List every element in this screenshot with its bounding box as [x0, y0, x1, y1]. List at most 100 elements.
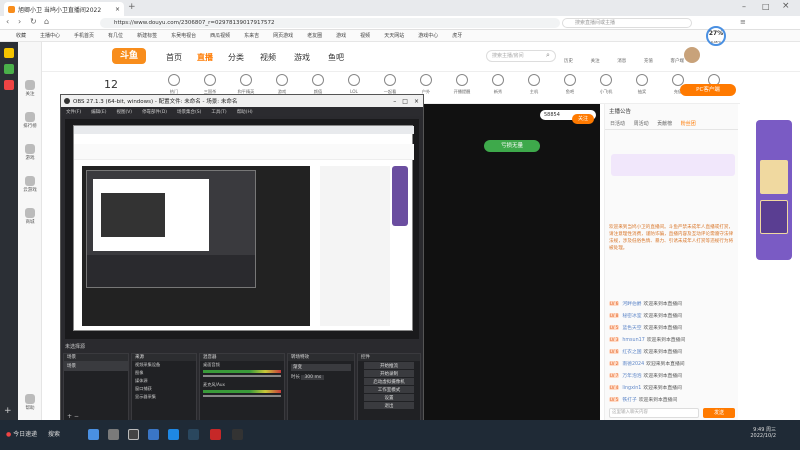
app-icon[interactable] [4, 64, 14, 74]
category-item[interactable]: 小飞机 [594, 74, 618, 95]
bookmark-item[interactable]: 东吴电视台 [171, 32, 196, 39]
bookmark-item[interactable]: 收藏 [16, 32, 26, 39]
volume-slider[interactable] [203, 395, 281, 397]
obs-preview[interactable] [65, 119, 419, 339]
category-item[interactable]: LOL [342, 74, 366, 94]
transition-select[interactable]: 渐变 [291, 364, 351, 371]
obs-minimize-icon[interactable]: – [393, 98, 396, 105]
chat-user[interactable]: 河畔伯爵 [622, 302, 641, 307]
user-avatar[interactable] [684, 47, 700, 63]
sidebar-item-game[interactable]: 游戏 [18, 144, 42, 161]
bookmark-item[interactable]: 虎牙 [452, 32, 462, 39]
taskbar-app-icon[interactable] [108, 429, 119, 440]
header-follow[interactable]: 关注 [591, 48, 600, 66]
sidebar-item-follow[interactable]: 关注 [18, 80, 42, 97]
chat-user[interactable]: 南德2024 [622, 362, 644, 367]
obs-menu-item[interactable]: 场景集合(S) [177, 109, 201, 115]
chat-input[interactable]: 这里输入聊天内容 [609, 408, 699, 418]
browser-search-box[interactable]: 搜索直播间或主播 [562, 18, 692, 28]
obs-maximize-icon[interactable]: □ [402, 98, 408, 105]
bookmark-item[interactable]: 主播中心 [40, 32, 60, 39]
bookmark-item[interactable]: 天天网站 [384, 32, 404, 39]
refresh-icon[interactable]: ↻ [30, 17, 37, 26]
source-item[interactable]: 显示器采集 [132, 393, 196, 401]
category-item[interactable]: 户外 [414, 74, 438, 95]
start-streaming-button[interactable]: 开始推流 [364, 362, 414, 369]
category-item[interactable]: 抽奖 [630, 74, 654, 95]
header-client[interactable]: 客户端 [671, 48, 685, 66]
weather-widget[interactable]: 27% 9.48°C [706, 26, 726, 46]
maximize-icon[interactable]: □ [762, 2, 770, 11]
chat-user[interactable]: 蓝色天空 [622, 326, 641, 331]
bookmark-item[interactable]: 西瓜视频 [210, 32, 230, 39]
obs-menu-item[interactable]: 文件(F) [66, 109, 81, 115]
close-tab-icon[interactable]: × [115, 6, 120, 13]
side-ad-banner[interactable] [756, 120, 792, 260]
nav-fishbar[interactable]: 鱼吧 [328, 52, 344, 63]
header-history[interactable]: 历史 [564, 48, 573, 66]
taskbar-app-icon[interactable] [210, 429, 221, 440]
chat-user[interactable]: 铁打子 [622, 398, 636, 403]
search-icon[interactable]: ⌕ [546, 51, 550, 60]
app-icon[interactable] [4, 48, 14, 58]
bookmark-item[interactable]: 游戏 [336, 32, 346, 39]
app-icon[interactable] [4, 80, 14, 90]
category-item[interactable]: 开播提醒 [450, 74, 474, 95]
tab-fans[interactable]: 粉丝团 [678, 118, 699, 129]
add-scene-icon[interactable]: + − [67, 413, 79, 420]
new-tab-icon[interactable]: + [128, 2, 136, 12]
obs-taskbar-icon[interactable] [128, 429, 139, 440]
nav-live[interactable]: 直播 [197, 52, 213, 63]
bookmark-item[interactable]: 新建标签 [137, 32, 157, 39]
add-icon[interactable]: + [4, 406, 12, 416]
nav-game[interactable]: 游戏 [294, 52, 310, 63]
site-logo[interactable]: 斗鱼 [112, 48, 146, 64]
nav-category[interactable]: 分类 [228, 52, 244, 63]
category-item[interactable]: 三国杀 [198, 74, 222, 95]
obs-menu-item[interactable]: 视图(V) [116, 109, 132, 115]
nav-home[interactable]: 首页 [166, 52, 182, 63]
duration-value[interactable]: 300 ms [301, 375, 325, 380]
back-icon[interactable]: ‹ [6, 17, 9, 26]
clock[interactable]: 9:49 周三 2022/10/2 [736, 426, 776, 439]
source-item[interactable]: 视频采集设备 [132, 361, 196, 369]
sidebar-item-help[interactable]: 帮助 [18, 394, 42, 411]
promo-banner[interactable] [611, 154, 735, 176]
chat-user[interactable]: 红衣之国 [622, 350, 641, 355]
chat-user[interactable]: hmsun17 [622, 338, 644, 343]
source-item[interactable]: 窗口捕获 [132, 385, 196, 393]
bookmark-item[interactable]: 游戏中心 [418, 32, 438, 39]
menu-icon[interactable]: ≡ [740, 18, 746, 26]
minimize-icon[interactable]: – [742, 2, 746, 11]
category-item[interactable]: 新秀 [486, 74, 510, 95]
bookmark-item[interactable]: 老友圈 [307, 32, 322, 39]
follow-button[interactable]: 关注 [572, 114, 594, 124]
category-item[interactable]: 游戏 [270, 74, 294, 95]
close-window-icon[interactable]: × [782, 1, 790, 11]
bookmark-item[interactable]: 网页游戏 [273, 32, 293, 39]
start-recording-button[interactable]: 开始录制 [364, 370, 414, 377]
category-item[interactable]: 主机 [522, 74, 546, 95]
chat-user[interactable]: 万年泡泡 [622, 374, 641, 379]
browser-tab-active[interactable]: 旭卿小卫 当鸠小卫直播间2022 × [4, 2, 124, 16]
volume-slider[interactable] [203, 375, 281, 377]
settings-button[interactable]: 设置 [364, 394, 414, 401]
obs-menu-item[interactable]: 工具(T) [211, 109, 226, 115]
scene-item[interactable]: 场景 [64, 361, 128, 371]
studio-mode-button[interactable]: 工作室模式 [364, 386, 414, 393]
tab-daily[interactable]: 日活动 [607, 118, 628, 129]
start-button[interactable]: ● 今日速递 [6, 429, 37, 438]
steam-icon[interactable] [188, 429, 199, 440]
category-item[interactable]: 一起看 [378, 74, 402, 95]
chat-user[interactable]: 秘密冰室 [622, 314, 641, 319]
tab-weekly[interactable]: 周活动 [631, 118, 652, 129]
category-item[interactable]: 和平精英 [234, 74, 258, 95]
pc-client-button[interactable]: PC客户端 [680, 84, 736, 96]
category-item[interactable]: 热门 [162, 74, 186, 95]
bookmark-item[interactable]: 视频 [360, 32, 370, 39]
taskbar-app-icon[interactable] [148, 429, 159, 440]
home-icon[interactable]: ⌂ [44, 17, 49, 26]
source-item[interactable]: 媒体源 [132, 377, 196, 385]
obs-menu-item[interactable]: 编辑(E) [91, 109, 106, 115]
taskbar-search[interactable]: 搜索 [48, 429, 60, 438]
